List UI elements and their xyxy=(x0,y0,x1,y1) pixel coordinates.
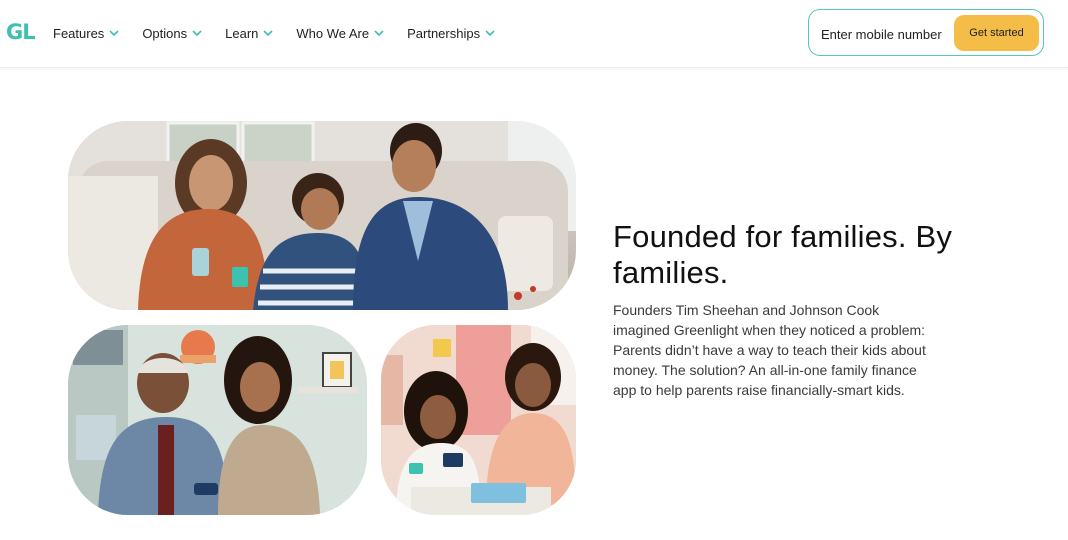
nav-item-label: Options xyxy=(142,26,188,41)
nav-item-partnerships[interactable]: Partnerships xyxy=(407,26,495,41)
nav-item-label: Partnerships xyxy=(407,26,481,41)
main-nav: Features Options Learn Who We Are Partne… xyxy=(53,0,518,67)
grandparent-photo xyxy=(68,325,367,515)
get-started-button[interactable]: Get started xyxy=(954,15,1039,51)
nav-item-label: Learn xyxy=(225,26,259,41)
family-couch-illustration xyxy=(68,121,576,310)
nav-item-features[interactable]: Features xyxy=(53,26,119,41)
nav-item-learn[interactable]: Learn xyxy=(225,26,273,41)
founders-description: Founders Tim Sheehan and Johnson Cook im… xyxy=(613,302,926,398)
nav-item-label: Features xyxy=(53,26,105,41)
chevron-down-icon xyxy=(263,29,273,36)
chevron-down-icon xyxy=(109,29,119,36)
mobile-number-input[interactable] xyxy=(819,20,961,48)
grandparent-illustration xyxy=(68,325,367,515)
mother-daughter-photo xyxy=(381,325,576,515)
chevron-down-icon xyxy=(192,29,202,36)
site-header: GL Features Options Learn Who We Are Par… xyxy=(0,0,1068,68)
page-headline: Founded for families. By families. xyxy=(613,219,953,290)
family-couch-photo xyxy=(68,121,576,310)
nav-item-label: Who We Are xyxy=(296,26,370,41)
nav-item-who-we-are[interactable]: Who We Are xyxy=(296,26,384,41)
nav-item-options[interactable]: Options xyxy=(142,26,202,41)
chevron-down-icon xyxy=(374,29,384,36)
signup-form: Get started xyxy=(808,9,1044,56)
greenlight-logo[interactable]: GL xyxy=(6,20,36,44)
mother-daughter-illustration xyxy=(381,325,576,515)
chevron-down-icon xyxy=(485,29,495,36)
